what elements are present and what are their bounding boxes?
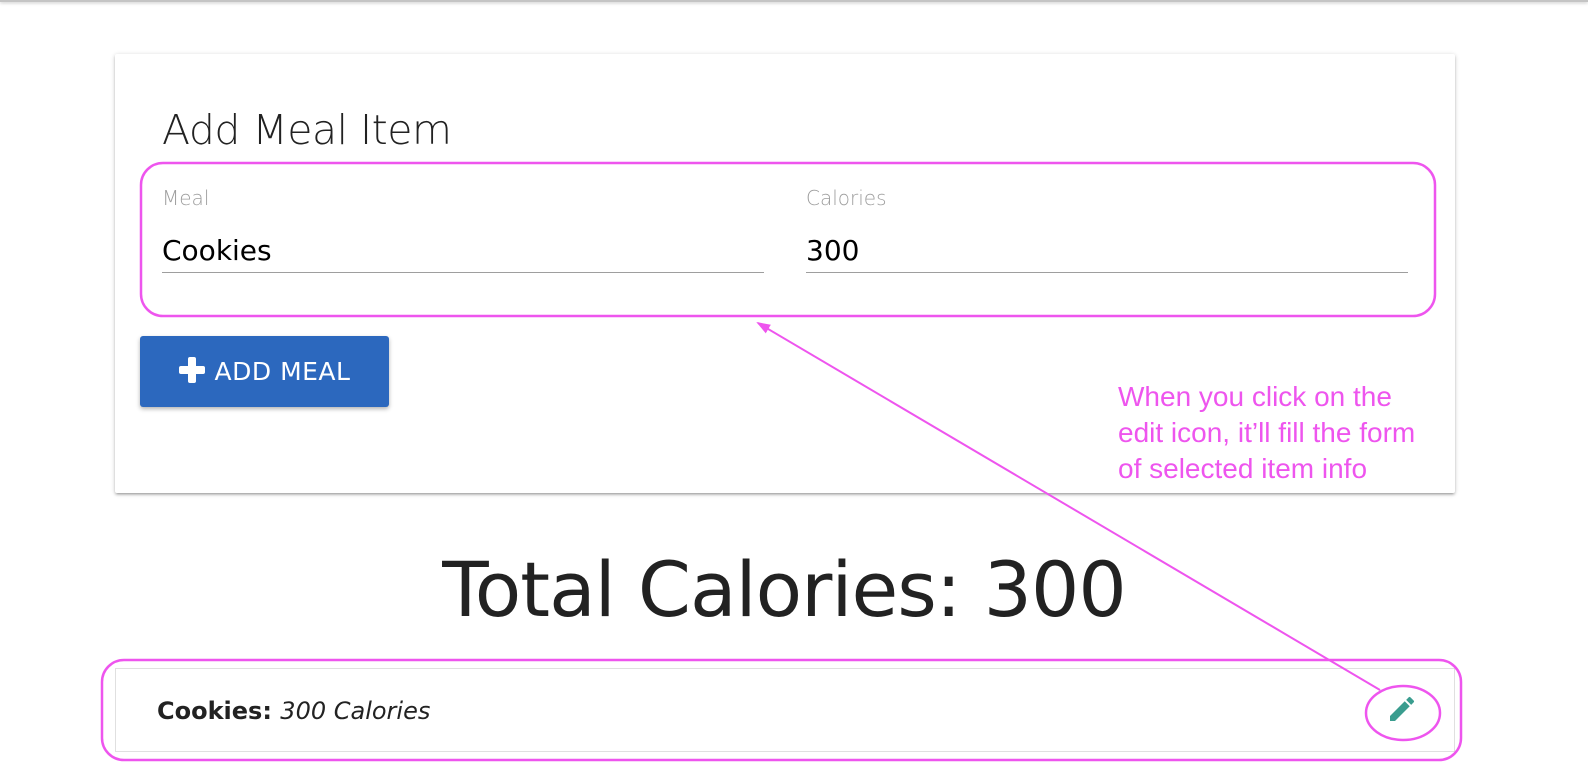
calories-field: Calories bbox=[806, 180, 1408, 292]
calories-label: Calories bbox=[806, 186, 887, 210]
add-meal-button[interactable]: ADD MEAL bbox=[140, 336, 389, 407]
meal-list: Cookies: 300 Calories bbox=[115, 668, 1455, 752]
item-name-text: Cookies: bbox=[157, 697, 272, 725]
annotation-line: of selected item info bbox=[1118, 453, 1368, 484]
annotation-line: When you click on the bbox=[1118, 381, 1392, 412]
edit-item-button[interactable] bbox=[1386, 693, 1418, 725]
annotation-note: When you click on the edit icon, it’ll f… bbox=[1118, 379, 1458, 487]
meal-label: Meal bbox=[162, 186, 210, 210]
pencil-icon bbox=[1390, 696, 1415, 721]
list-item: Cookies: 300 Calories bbox=[116, 669, 1454, 751]
annotation-line: edit icon, it’ll fill the form bbox=[1118, 417, 1416, 448]
calories-input[interactable] bbox=[806, 228, 1408, 273]
item-calories: 300 Calories bbox=[280, 697, 431, 725]
meal-field: Meal bbox=[162, 180, 764, 292]
add-meal-button-label: ADD MEAL bbox=[214, 357, 351, 386]
item-name: Cookies: 300 Calories bbox=[157, 697, 430, 725]
total-calories: Total Calories: 300 bbox=[442, 545, 1126, 634]
card-title: Add Meal Item bbox=[162, 106, 452, 154]
meal-input[interactable] bbox=[162, 228, 764, 273]
top-navbar-edge bbox=[0, 0, 1588, 2]
plus-icon bbox=[178, 356, 205, 383]
